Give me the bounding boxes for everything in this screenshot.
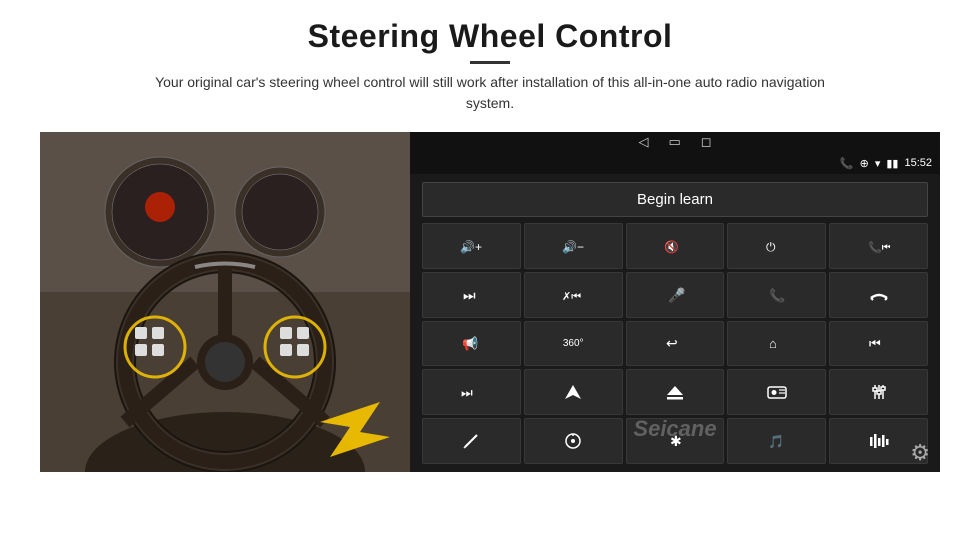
svg-text:🎤: 🎤 [668, 286, 686, 304]
equalizer-button[interactable] [829, 369, 928, 415]
navigate-button[interactable] [524, 369, 623, 415]
hangup-button[interactable] [829, 272, 928, 318]
time-display: 15:52 [904, 157, 932, 169]
svg-text:📢: 📢 [462, 336, 478, 352]
svg-text:📞: 📞 [769, 287, 786, 303]
svg-text:⏮: ⏮ [869, 336, 881, 351]
begin-learn-button[interactable]: Begin learn [422, 182, 928, 217]
svg-text:✱: ✱ [670, 433, 682, 449]
settings-gear-button[interactable]: ⚙ [910, 440, 930, 466]
svg-text:⏭: ⏭ [463, 287, 476, 303]
phone-prev-button[interactable]: 📞⏮ [829, 223, 928, 269]
title-section: Steering Wheel Control Your original car… [140, 18, 840, 126]
prev-track-button[interactable]: ⏮ [829, 321, 928, 367]
next-track-button[interactable]: ⏭ [422, 272, 521, 318]
control-icon-grid: 🔊+ 🔊− 🔇 ⏻ 📞⏮ ⏭ ✗⏮ 🎤 📞 📢 360° ↩ ⌂ ⏮ ⏭ [410, 223, 940, 472]
prev-skip-button[interactable]: ✗⏮ [524, 272, 623, 318]
back-button[interactable]: ↩ [626, 321, 725, 367]
music-button[interactable]: 🎵 [727, 418, 826, 464]
steering-wheel-image [40, 132, 410, 472]
mute-button[interactable]: 🔇 [626, 223, 725, 269]
home-button[interactable]: ⌂ [727, 321, 826, 367]
svg-text:🔇: 🔇 [664, 240, 679, 254]
vol-down-button[interactable]: 🔊− [524, 223, 623, 269]
home-nav-button[interactable]: ▭ [668, 134, 680, 150]
nav-bar: ◁ ▭ ◻ [410, 132, 940, 152]
speaker-button[interactable]: 📢 [422, 321, 521, 367]
svg-text:⌂: ⌂ [769, 336, 777, 351]
page-container: Steering Wheel Control Your original car… [0, 0, 980, 548]
android-screen: ◁ ▭ ◻ 📞 ⊕ ▾ ▮▮ 15:52 Begin learn [410, 132, 940, 472]
svg-text:🔊−: 🔊− [562, 239, 584, 254]
mic-button[interactable]: 🎤 [626, 272, 725, 318]
vol-up-button[interactable]: 🔊+ [422, 223, 521, 269]
dial-button[interactable] [524, 418, 623, 464]
begin-learn-row: Begin learn [410, 174, 940, 223]
fast-fwd-button[interactable]: ⏭ [422, 369, 521, 415]
bluetooth-button[interactable]: ✱ [626, 418, 725, 464]
svg-text:📞⏮: 📞⏮ [868, 240, 890, 254]
location-status-icon: ⊕ [860, 157, 869, 170]
svg-text:🎵: 🎵 [768, 434, 784, 449]
title-divider [470, 61, 510, 64]
call-button[interactable]: 📞 [727, 272, 826, 318]
status-bar: 📞 ⊕ ▾ ▮▮ 15:52 [410, 152, 940, 174]
signal-status-icon: ▮▮ [886, 157, 898, 170]
eject-button[interactable] [626, 369, 725, 415]
camera360-button[interactable]: 360° [524, 321, 623, 367]
power-button[interactable]: ⏻ [727, 223, 826, 269]
svg-text:⏭: ⏭ [461, 385, 473, 400]
wifi-status-icon: ▾ [875, 157, 881, 170]
pen-button[interactable] [422, 418, 521, 464]
page-subtitle: Your original car's steering wheel contr… [140, 72, 840, 114]
svg-text:↩: ↩ [666, 335, 678, 351]
phone-status-icon: 📞 [840, 157, 854, 170]
svg-text:⏻: ⏻ [766, 240, 776, 254]
status-right: 📞 ⊕ ▾ ▮▮ 15:52 [840, 157, 932, 170]
radio-button[interactable] [727, 369, 826, 415]
page-title: Steering Wheel Control [140, 18, 840, 55]
svg-text:✗⏮: ✗⏮ [562, 291, 581, 303]
svg-text:🔊+: 🔊+ [460, 239, 482, 254]
recents-nav-button[interactable]: ◻ [701, 134, 712, 150]
content-row: ◁ ▭ ◻ 📞 ⊕ ▾ ▮▮ 15:52 Begin learn [40, 132, 940, 472]
back-nav-button[interactable]: ◁ [638, 134, 648, 150]
